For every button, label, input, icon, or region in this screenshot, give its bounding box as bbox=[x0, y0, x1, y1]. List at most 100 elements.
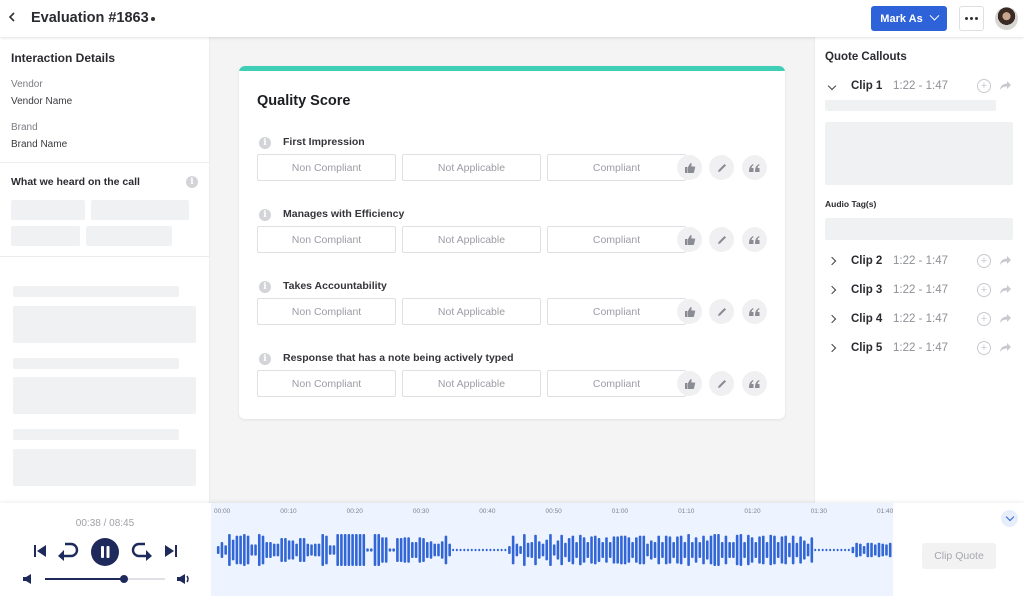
volume-slider[interactable] bbox=[45, 575, 165, 583]
waveform-bar bbox=[280, 538, 283, 562]
waveform-bar bbox=[601, 542, 605, 558]
waveform-bar bbox=[668, 536, 672, 564]
option-not-applicable[interactable]: Not Applicable bbox=[402, 154, 541, 181]
info-icon[interactable]: i bbox=[259, 281, 271, 293]
thumbs-up-button[interactable] bbox=[677, 227, 702, 252]
waveform-bar bbox=[257, 534, 261, 566]
option-not-applicable[interactable]: Not Applicable bbox=[402, 226, 541, 253]
edit-note-button[interactable] bbox=[709, 155, 734, 180]
chevron-right-icon[interactable] bbox=[827, 285, 837, 295]
rewind-icon[interactable] bbox=[56, 540, 80, 562]
option-compliant[interactable]: Compliant bbox=[547, 370, 686, 397]
option-compliant[interactable]: Compliant bbox=[547, 298, 686, 325]
info-icon[interactable]: i bbox=[259, 137, 271, 149]
card-accent-bar bbox=[239, 66, 785, 71]
share-icon[interactable] bbox=[999, 80, 1012, 92]
mark-as-button[interactable]: Mark As bbox=[871, 6, 947, 31]
info-icon[interactable]: i bbox=[186, 176, 198, 188]
add-circle-icon[interactable]: + bbox=[977, 283, 991, 297]
quote-icon bbox=[749, 235, 760, 244]
forward-icon[interactable] bbox=[130, 540, 154, 562]
clip-row[interactable]: Clip 1 1:22 - 1:47 + bbox=[825, 79, 1015, 95]
waveform-bar bbox=[720, 542, 724, 558]
waveform-bar bbox=[463, 548, 466, 552]
volume-low-icon[interactable] bbox=[22, 573, 34, 585]
quote-button[interactable] bbox=[742, 299, 767, 324]
clip-row[interactable]: Clip 3 1:22 - 1:47 + bbox=[825, 283, 1015, 299]
edit-note-button[interactable] bbox=[709, 371, 734, 396]
chevron-down-icon[interactable] bbox=[827, 81, 837, 91]
chevron-right-icon[interactable] bbox=[827, 314, 837, 324]
share-icon[interactable] bbox=[999, 255, 1012, 267]
waveform-bar bbox=[780, 536, 784, 564]
main-content: Quality Score i First Impression Non Comp… bbox=[211, 37, 814, 503]
option-non-compliant[interactable]: Non Compliant bbox=[257, 298, 396, 325]
waveform-bar bbox=[758, 536, 761, 564]
waveform-bar bbox=[564, 542, 567, 558]
waveform-bar bbox=[381, 537, 384, 563]
divider bbox=[0, 162, 210, 163]
waveform[interactable] bbox=[211, 503, 893, 596]
skeleton-block bbox=[825, 122, 1013, 185]
waveform-bar bbox=[635, 537, 638, 563]
quote-button[interactable] bbox=[742, 155, 767, 180]
add-circle-icon[interactable]: + bbox=[977, 312, 991, 326]
clip-row[interactable]: Clip 4 1:22 - 1:47 + bbox=[825, 312, 1015, 328]
waveform-bar bbox=[235, 535, 239, 565]
waveform-bar bbox=[411, 542, 414, 558]
option-not-applicable[interactable]: Not Applicable bbox=[402, 370, 541, 397]
waveform-bar bbox=[384, 537, 388, 563]
user-avatar[interactable] bbox=[995, 7, 1018, 30]
quote-button[interactable] bbox=[742, 371, 767, 396]
option-compliant[interactable]: Compliant bbox=[547, 154, 686, 181]
volume-fill bbox=[45, 578, 125, 580]
option-non-compliant[interactable]: Non Compliant bbox=[257, 370, 396, 397]
skip-back-icon[interactable] bbox=[33, 544, 47, 558]
waveform-bar bbox=[515, 543, 519, 557]
option-non-compliant[interactable]: Non Compliant bbox=[257, 154, 396, 181]
clip-row[interactable]: Clip 2 1:22 - 1:47 + bbox=[825, 254, 1015, 270]
info-icon[interactable]: i bbox=[259, 353, 271, 365]
thumbs-up-button[interactable] bbox=[677, 371, 702, 396]
quality-score-card: Quality Score i First Impression Non Comp… bbox=[239, 66, 785, 419]
thumbs-up-button[interactable] bbox=[677, 155, 702, 180]
clip-quote-button[interactable]: Clip Quote bbox=[922, 543, 996, 569]
add-circle-icon[interactable]: + bbox=[977, 254, 991, 268]
quote-icon bbox=[749, 379, 760, 388]
clip-row[interactable]: Clip 5 1:22 - 1:47 + bbox=[825, 341, 1015, 357]
share-icon[interactable] bbox=[999, 342, 1012, 354]
back-button[interactable] bbox=[7, 10, 21, 26]
waveform-bar bbox=[306, 543, 310, 557]
waveform-bar bbox=[713, 534, 717, 566]
waveform-timeline[interactable]: 00:00 00:10 00:20 00:30 00:40 00:50 01:00 01:10… bbox=[211, 503, 893, 596]
option-non-compliant[interactable]: Non Compliant bbox=[257, 226, 396, 253]
waveform-bar bbox=[687, 534, 690, 566]
quote-button[interactable] bbox=[742, 227, 767, 252]
collapse-player-button[interactable] bbox=[1001, 510, 1018, 527]
pause-button[interactable] bbox=[91, 538, 119, 566]
edit-note-button[interactable] bbox=[709, 299, 734, 324]
share-icon[interactable] bbox=[999, 313, 1012, 325]
interaction-details-title: Interaction Details bbox=[11, 51, 116, 65]
waveform-bar bbox=[467, 548, 470, 552]
waveform-bar bbox=[840, 548, 843, 552]
add-circle-icon[interactable]: + bbox=[977, 341, 991, 355]
volume-knob[interactable] bbox=[120, 575, 129, 583]
waveform-bar bbox=[825, 548, 828, 552]
skip-forward-icon[interactable] bbox=[164, 544, 178, 558]
question-row: i Manages with Efficiency Non Compliant No… bbox=[257, 208, 777, 268]
status-dot bbox=[151, 17, 155, 21]
option-compliant[interactable]: Compliant bbox=[547, 226, 686, 253]
thumbs-up-button[interactable] bbox=[677, 299, 702, 324]
add-circle-icon[interactable]: + bbox=[977, 79, 991, 93]
info-icon[interactable]: i bbox=[259, 209, 271, 221]
share-icon[interactable] bbox=[999, 284, 1012, 296]
option-not-applicable[interactable]: Not Applicable bbox=[402, 298, 541, 325]
more-options-button[interactable] bbox=[959, 6, 984, 31]
edit-note-button[interactable] bbox=[709, 227, 734, 252]
volume-high-icon[interactable] bbox=[176, 573, 190, 585]
waveform-bar bbox=[407, 537, 410, 563]
chevron-right-icon[interactable] bbox=[827, 343, 837, 353]
chevron-right-icon[interactable] bbox=[827, 256, 837, 266]
waveform-bar bbox=[425, 542, 429, 558]
